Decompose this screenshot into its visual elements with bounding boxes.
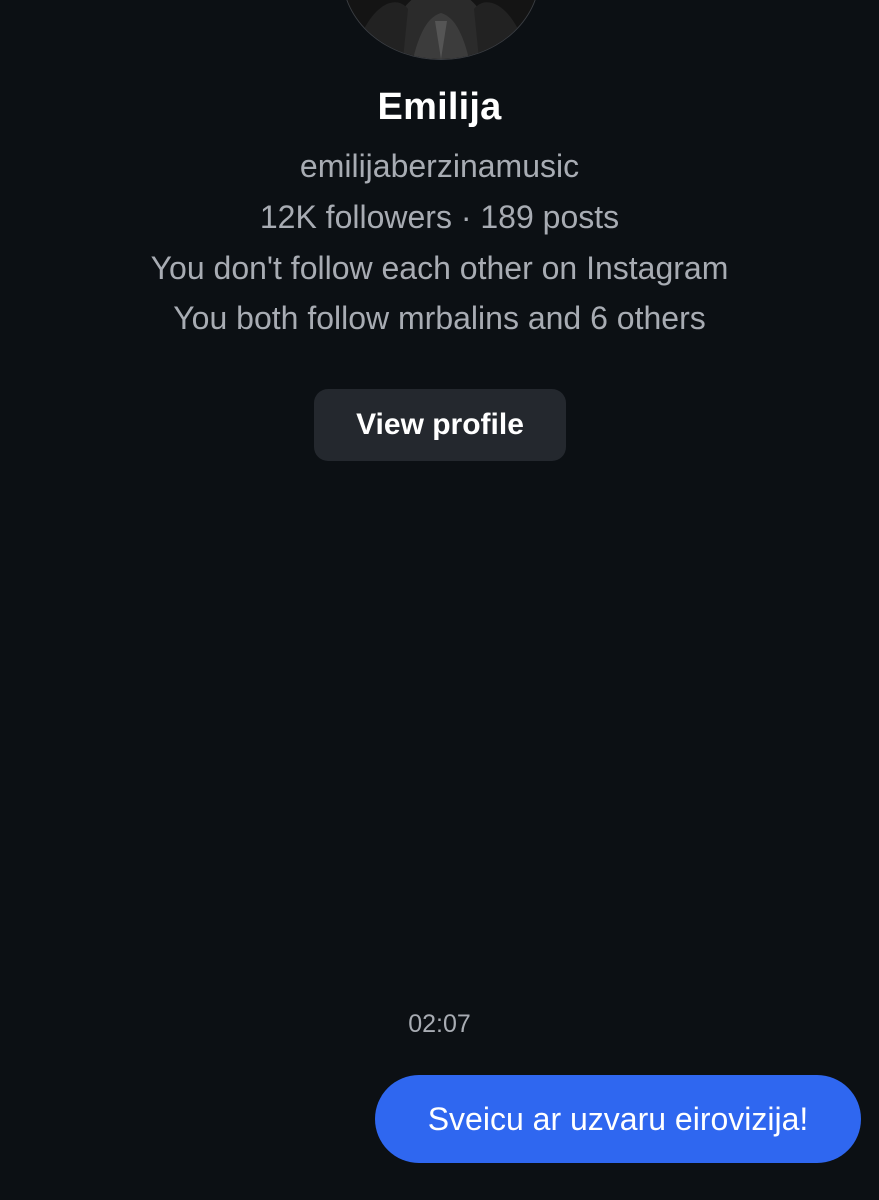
mutual-followers-text[interactable]: You both follow mrbalins and 6 others: [0, 300, 879, 337]
profile-stats: 12K followers · 189 posts: [259, 199, 620, 235]
outgoing-message-bubble[interactable]: Sveicu ar uzvaru eirovizija!: [375, 1075, 861, 1163]
view-profile-button[interactable]: View profile: [314, 389, 566, 461]
follow-status-text: You don't follow each other on Instagram: [150, 250, 729, 286]
profile-handle: emilijaberzinamusic: [299, 148, 580, 184]
avatar[interactable]: [342, 0, 540, 60]
profile-name: Emilija: [377, 86, 502, 128]
profile-photo-icon: [343, 0, 539, 59]
message-timestamp: 02:07: [408, 1010, 471, 1038]
